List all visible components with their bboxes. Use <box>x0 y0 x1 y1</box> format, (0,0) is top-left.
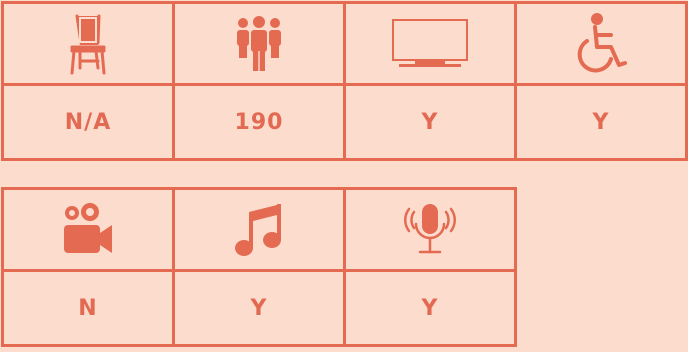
seating-value: N/A <box>64 109 112 135</box>
chair-cell <box>4 4 175 86</box>
video-value: N <box>78 295 98 321</box>
microphone-cell <box>346 190 517 272</box>
people-group-icon <box>237 15 281 71</box>
accessibility-value: Y <box>592 109 610 135</box>
video-cell <box>4 190 175 272</box>
capacity-value: 190 <box>234 109 284 135</box>
video-camera-icon <box>64 202 112 253</box>
capacity-cell <box>175 4 346 86</box>
video-value-cell: N <box>4 272 175 347</box>
music-value-cell: Y <box>175 272 346 347</box>
amenities-table-2: N Y Y <box>1 187 517 347</box>
capacity-value-cell: 190 <box>175 86 346 161</box>
music-note-icon <box>235 203 281 256</box>
music-value: Y <box>250 295 268 321</box>
microphone-icon <box>404 203 456 253</box>
tv-value-cell: Y <box>346 86 517 161</box>
tv-value: Y <box>421 109 439 135</box>
microphone-value: Y <box>421 295 439 321</box>
seating-value-cell: N/A <box>4 86 175 161</box>
accessibility-cell <box>517 4 688 86</box>
tv-cell <box>346 4 517 86</box>
tv-screen-icon <box>392 18 468 67</box>
microphone-value-cell: Y <box>346 272 517 347</box>
amenities-table-1: N/A 190 Y Y <box>1 1 688 161</box>
accessibility-value-cell: Y <box>517 86 688 161</box>
wheelchair-accessible-icon <box>577 12 627 72</box>
music-cell <box>175 190 346 272</box>
chair-icon <box>70 14 106 74</box>
